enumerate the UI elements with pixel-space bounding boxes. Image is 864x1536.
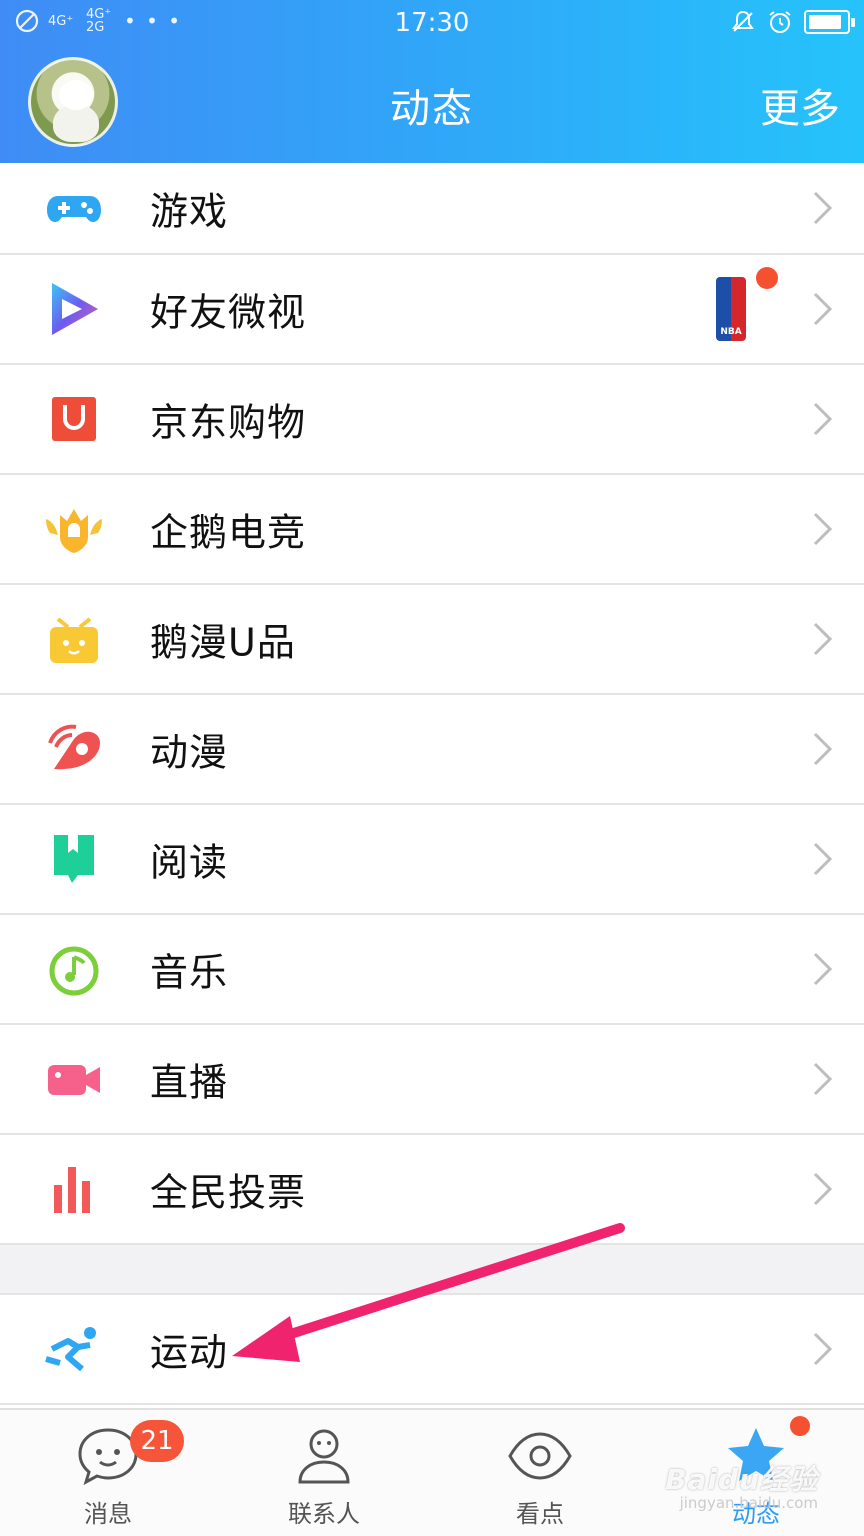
- nba-logo: NBA: [716, 277, 746, 341]
- list-item-reading[interactable]: 阅读: [0, 805, 864, 915]
- list-item-eman-upin[interactable]: 鹅漫U品: [0, 585, 864, 695]
- bookmark-book-icon: [54, 835, 94, 883]
- list-item-music[interactable]: 音乐: [0, 915, 864, 1025]
- chevron-right-icon: [813, 1062, 833, 1096]
- chevron-right-icon: [813, 622, 833, 656]
- chevron-right-icon: [813, 402, 833, 436]
- list-item-label: 鹅漫U品: [150, 620, 296, 665]
- battery-icon: [804, 10, 855, 34]
- contact-person-icon: [298, 1429, 350, 1484]
- list-item-label: 游戏: [150, 189, 229, 234]
- list-item-label: 企鹅电竞: [150, 510, 307, 555]
- list-item-esports[interactable]: 企鹅电竞: [0, 475, 864, 585]
- chevron-right-icon: [813, 1172, 833, 1206]
- alarm-icon: [769, 11, 791, 33]
- list-item-label: 好友微视: [150, 290, 307, 335]
- tab-kandian[interactable]: 看点: [432, 1410, 648, 1536]
- chevron-right-icon: [813, 292, 833, 326]
- music-note-icon: [49, 946, 99, 996]
- notification-dot: [790, 1416, 810, 1436]
- weishi-play-icon: [52, 283, 98, 335]
- tab-label: 联系人: [288, 1500, 360, 1528]
- bar-chart-icon: [54, 1167, 90, 1213]
- list-item-label: 运动: [150, 1330, 229, 1375]
- tab-label: 看点: [516, 1500, 564, 1528]
- eye-icon: [508, 1432, 572, 1480]
- list-item-anime[interactable]: 动漫: [0, 695, 864, 805]
- list-item-label: 阅读: [150, 840, 229, 885]
- list-item-label: 动漫: [150, 730, 229, 775]
- watermark-url: jingyan.baidu.com: [679, 1494, 818, 1512]
- watermark-brand: Baidu经验: [665, 1463, 818, 1496]
- list-item-weishi[interactable]: 好友微视 NBA: [0, 255, 864, 365]
- tab-contacts[interactable]: 联系人: [216, 1410, 432, 1536]
- chevron-right-icon: [813, 512, 833, 546]
- jd-bag-icon: [52, 397, 96, 441]
- list-item-label: 直播: [150, 1060, 229, 1105]
- section-divider: [0, 1245, 864, 1295]
- list-item-sport[interactable]: 运动: [0, 1295, 864, 1405]
- unread-badge: 21: [130, 1420, 184, 1462]
- anime-fan-icon: [48, 724, 100, 770]
- list-item-games[interactable]: 游戏: [0, 163, 864, 255]
- list-item-label: 音乐: [150, 950, 229, 995]
- chevron-right-icon: [813, 952, 833, 986]
- gamepad-icon: [47, 196, 101, 222]
- video-camera-icon: [48, 1065, 100, 1095]
- list-item-label: 京东购物: [150, 400, 307, 445]
- tab-messages[interactable]: 21 消息: [0, 1410, 216, 1536]
- top-bar: 4G⁺ 4G⁺ 2G • • • 17:30 动态 更多: [0, 0, 864, 163]
- chevron-right-icon: [813, 1332, 833, 1366]
- chevron-right-icon: [813, 842, 833, 876]
- chevron-right-icon: [813, 732, 833, 766]
- feature-list: 游戏 好友微视 NBA 京东购物 企鹅电竞 鹅漫U品 动漫 阅读 音乐 直播 全…: [0, 163, 864, 1405]
- page-title: 动态: [390, 86, 474, 132]
- list-item-jd-shopping[interactable]: 京东购物: [0, 365, 864, 475]
- bell-off-icon: [732, 10, 754, 32]
- gift-box-icon: [50, 617, 98, 663]
- nba-logo-text: NBA: [720, 327, 742, 337]
- list-item-voting[interactable]: 全民投票: [0, 1135, 864, 1245]
- status-bar: 4G⁺ 4G⁺ 2G • • • 17:30: [0, 0, 864, 48]
- crown-shield-icon: [46, 509, 102, 553]
- more-button[interactable]: 更多: [760, 76, 840, 134]
- chevron-right-icon: [813, 191, 833, 225]
- notification-dot: [756, 267, 778, 289]
- list-item-live[interactable]: 直播: [0, 1025, 864, 1135]
- tab-label: 消息: [84, 1500, 132, 1528]
- list-item-label: 全民投票: [150, 1170, 307, 1215]
- running-icon: [45, 1327, 96, 1372]
